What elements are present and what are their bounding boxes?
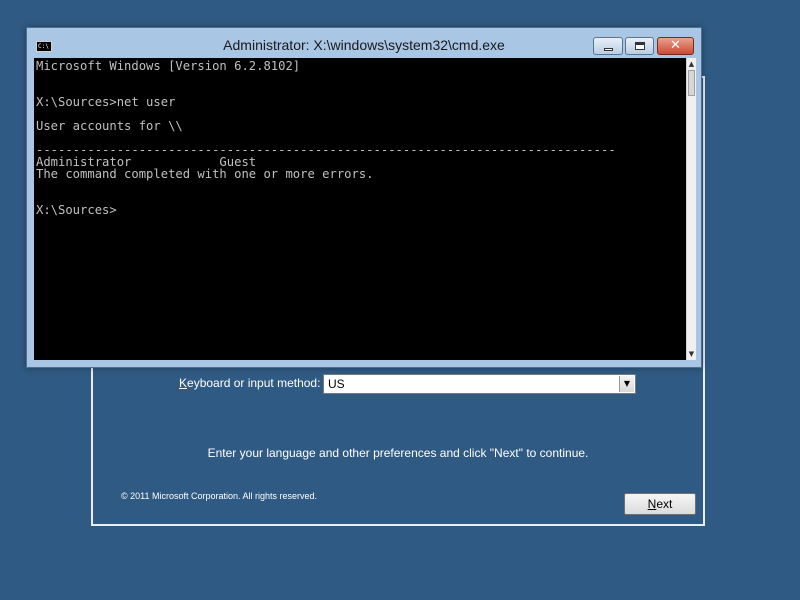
maximize-button[interactable]: [625, 37, 654, 55]
console-output[interactable]: Microsoft Windows [Version 6.2.8102] X:\…: [34, 58, 686, 360]
close-button[interactable]: ✕: [657, 37, 694, 55]
keyboard-input-label: Keyboard or input method:: [179, 376, 320, 390]
keyboard-label-accesskey: K: [179, 376, 188, 390]
console-line: X:\Sources>net user: [36, 95, 176, 109]
vertical-scrollbar[interactable]: ▲ ▼: [686, 58, 696, 360]
keyboard-input-value: US: [328, 377, 345, 391]
console-line: Microsoft Windows [Version 6.2.8102]: [36, 59, 301, 73]
console-prompt: X:\Sources>: [36, 203, 117, 217]
next-button[interactable]: Next: [624, 493, 696, 515]
copyright-text: © 2011 Microsoft Corporation. All rights…: [121, 491, 318, 501]
chevron-down-icon[interactable]: ▼: [619, 376, 634, 392]
console-line: The command completed with one or more e…: [36, 167, 374, 181]
minimize-button[interactable]: [593, 37, 623, 55]
scroll-down-icon[interactable]: ▼: [687, 348, 696, 360]
console-line: User accounts for \\: [36, 119, 183, 133]
minimize-icon: [604, 48, 613, 51]
cmd-titlebar[interactable]: C:\ Administrator: X:\windows\system32\c…: [27, 28, 701, 58]
cmd-window[interactable]: C:\ Administrator: X:\windows\system32\c…: [26, 27, 702, 368]
setup-instruction-text: Enter your language and other preference…: [207, 446, 589, 460]
keyboard-input-select[interactable]: US ▼: [323, 374, 636, 394]
scrollbar-thumb[interactable]: [688, 70, 695, 96]
close-icon: ✕: [670, 38, 681, 53]
keyboard-label-text: eyboard or input method:: [187, 376, 321, 390]
maximize-icon: [635, 42, 645, 50]
scroll-up-icon[interactable]: ▲: [687, 58, 696, 70]
next-button-label: ext: [656, 497, 673, 511]
